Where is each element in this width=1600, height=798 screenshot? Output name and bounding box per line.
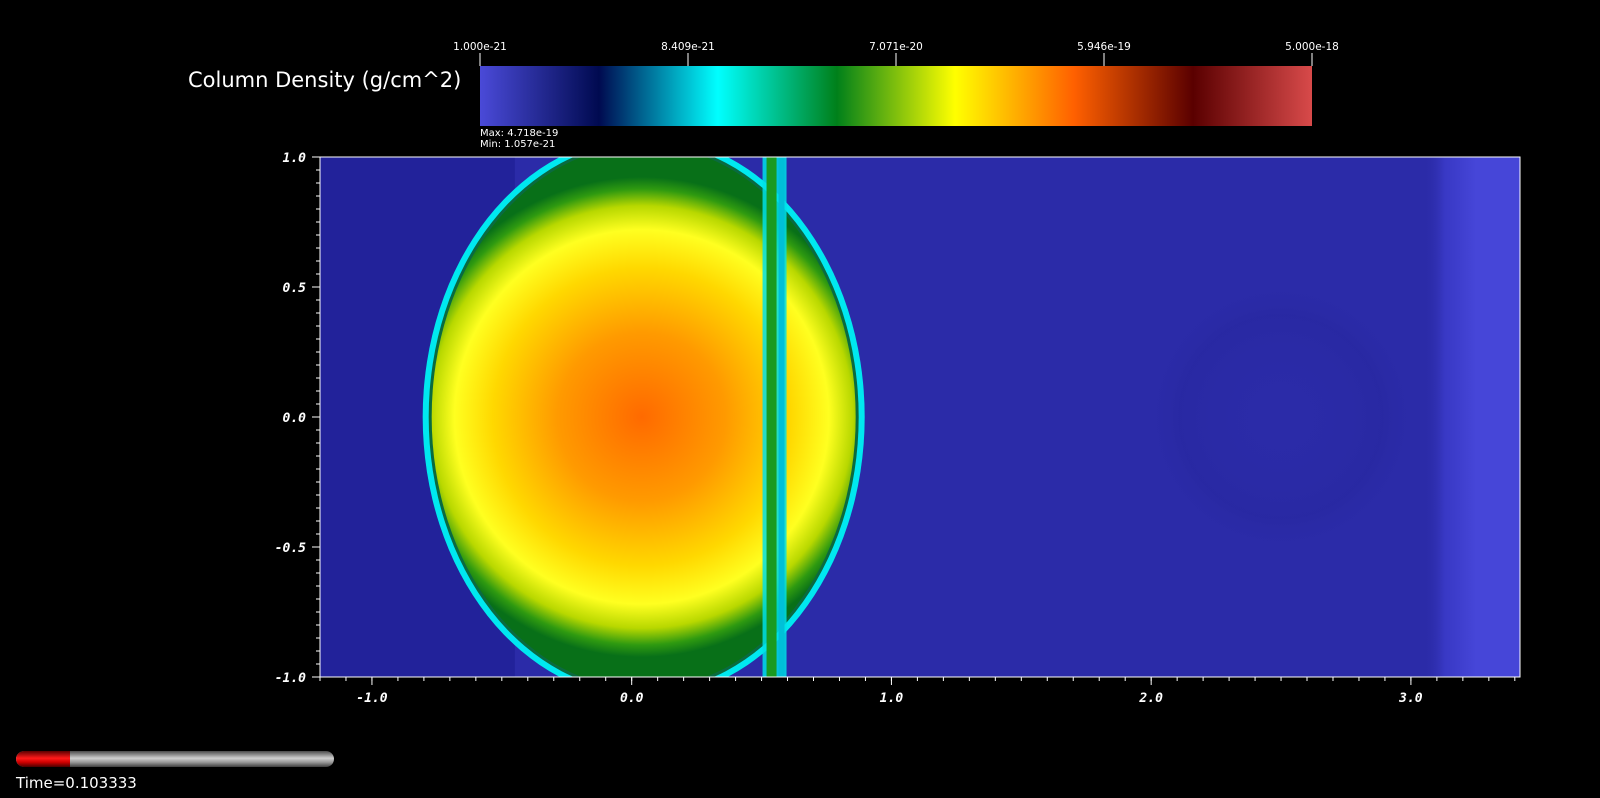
colorbar-tick-label: 7.071e-20 — [869, 41, 923, 53]
colorbar-tick-label: 8.409e-21 — [661, 41, 715, 53]
y-tick-label: 1.0 — [283, 151, 307, 166]
x-tick-label: 2.0 — [1138, 691, 1163, 706]
time-label: Time=0.103333 — [16, 774, 137, 792]
density-field — [320, 157, 1520, 677]
colorbar-tick-label: 5.946e-19 — [1077, 41, 1131, 53]
time-slider-fill — [16, 751, 71, 767]
y-tick-label: -1.0 — [275, 671, 306, 686]
x-tick-label: -1.0 — [356, 691, 387, 706]
colorbar-tick-label: 1.000e-21 — [453, 41, 507, 53]
colorbar — [480, 66, 1312, 126]
colorbar-max-label: Max: 4.718e-19 — [480, 128, 559, 139]
colorbar-tick-label: 5.000e-18 — [1285, 41, 1339, 53]
x-tick-label: 1.0 — [880, 691, 904, 706]
visualization-canvas: 1.000e-21 8.409e-21 7.071e-20 5.946e-19 5.00… — [275, 41, 1521, 706]
visualization-window: 1.000e-21 8.409e-21 7.071e-20 5.946e-19 5.00… — [0, 0, 1600, 798]
colorbar-title: Column Density (g/cm^2) — [188, 68, 462, 92]
y-tick-label: 0.5 — [283, 281, 307, 296]
y-tick-label: 0.0 — [283, 411, 307, 426]
colorbar-min-label: Min: 1.057e-21 — [480, 139, 556, 150]
time-slider[interactable] — [16, 751, 334, 767]
faint-wave-ring — [1111, 247, 1452, 587]
x-tick-label: 0.0 — [620, 691, 644, 706]
y-tick-label: -0.5 — [275, 541, 306, 556]
x-tick-label: 3.0 — [1398, 691, 1423, 706]
